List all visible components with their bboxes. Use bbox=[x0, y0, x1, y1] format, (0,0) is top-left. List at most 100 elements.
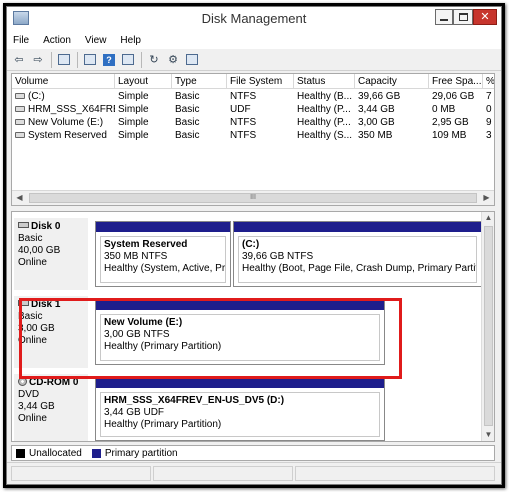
vertical-scrollbar[interactable]: ▲ ▼ bbox=[481, 212, 494, 441]
partition[interactable]: HRM_SSS_X64FREV_EN-US_DV5 (D:) 3,44 GB U… bbox=[95, 377, 385, 441]
volume-icon bbox=[15, 93, 25, 99]
scroll-down-icon[interactable]: ▼ bbox=[482, 429, 494, 441]
primary-partition-bar bbox=[96, 222, 230, 232]
status-cell: Healthy (B... bbox=[297, 91, 353, 102]
partition-size: 350 MB NTFS bbox=[104, 251, 168, 262]
volume-icon bbox=[15, 119, 25, 125]
file-system-cell: NTFS bbox=[230, 130, 257, 141]
properties-icon[interactable] bbox=[82, 52, 98, 68]
partition[interactable]: (C:) 39,66 GB NTFS Healthy (Boot, Page F… bbox=[233, 221, 482, 287]
disk-row: Disk 0 Basic 40,00 GB Online System Rese… bbox=[12, 218, 482, 290]
menu-view[interactable]: View bbox=[85, 35, 107, 46]
disk-label[interactable]: Disk 1 Basic 3,00 GB Online bbox=[14, 296, 88, 368]
volume-row[interactable]: System Reserved Simple Basic NTFS Health… bbox=[12, 129, 494, 142]
export-icon[interactable] bbox=[184, 52, 200, 68]
settings-icon[interactable]: ⚙ bbox=[165, 52, 181, 68]
partition-name: New Volume (E:) bbox=[104, 317, 183, 328]
disk-status: Online bbox=[18, 335, 47, 346]
maximize-button[interactable] bbox=[453, 9, 473, 25]
scroll-right-icon[interactable]: ▶ bbox=[479, 191, 494, 205]
scroll-left-icon[interactable]: ◀ bbox=[12, 191, 27, 205]
legend-swatch-unallocated bbox=[16, 448, 25, 458]
legend-swatch-primary bbox=[91, 448, 101, 458]
volume-name-cell: HRM_SSS_X64FRE... bbox=[12, 103, 115, 116]
disk-row: Disk 1 Basic 3,00 GB Online New Volume (… bbox=[12, 296, 482, 368]
minimize-icon bbox=[440, 19, 448, 21]
console-tree-icon[interactable] bbox=[56, 52, 72, 68]
partition[interactable]: New Volume (E:) 3,00 GB NTFS Healthy (Pr… bbox=[95, 299, 385, 365]
capacity-cell: 3,00 GB bbox=[358, 117, 395, 128]
capacity-cell: 3,44 GB bbox=[358, 104, 395, 115]
status-cell: Healthy (P... bbox=[297, 117, 351, 128]
menu-file[interactable]: File bbox=[13, 35, 29, 46]
legend: Unallocated Primary partition bbox=[11, 445, 495, 461]
partition-status: Healthy (System, Active, Prim bbox=[104, 263, 226, 274]
status-cell: Healthy (S... bbox=[297, 130, 353, 141]
layout-cell: Simple bbox=[118, 117, 149, 128]
partition-status: Healthy (Primary Partition) bbox=[104, 419, 222, 430]
disk-status: Online bbox=[18, 413, 47, 424]
minimize-button[interactable] bbox=[435, 9, 453, 25]
column-header-status[interactable]: Status bbox=[294, 74, 355, 89]
volume-row[interactable]: HRM_SSS_X64FRE... Simple Basic UDF Healt… bbox=[12, 103, 494, 116]
layout-cell: Simple bbox=[118, 104, 149, 115]
status-bar bbox=[7, 462, 501, 484]
horizontal-scrollbar[interactable]: ◀ III ▶ bbox=[12, 190, 494, 205]
column-header-type[interactable]: Type bbox=[172, 74, 227, 89]
partition-status: Healthy (Boot, Page File, Crash Dump, Pr… bbox=[242, 263, 477, 274]
partition-size: 39,66 GB NTFS bbox=[242, 251, 314, 262]
forward-arrow-icon[interactable]: ⇨ bbox=[30, 52, 46, 68]
menu-action[interactable]: Action bbox=[43, 35, 71, 46]
free-space-cell: 109 MB bbox=[432, 130, 467, 141]
status-bar-cell bbox=[11, 466, 151, 481]
file-system-cell: UDF bbox=[230, 104, 251, 115]
column-header-percent-free[interactable]: % bbox=[483, 74, 494, 89]
menu-help[interactable]: Help bbox=[120, 35, 141, 46]
volume-icon bbox=[15, 132, 25, 138]
volume-row[interactable]: (C:) Simple Basic NTFS Healthy (B... 39,… bbox=[12, 90, 494, 103]
toolbar-separator bbox=[77, 51, 78, 68]
column-header-capacity[interactable]: Capacity bbox=[355, 74, 429, 89]
layout-cell: Simple bbox=[118, 130, 149, 141]
partition[interactable]: System Reserved 350 MB NTFS Healthy (Sys… bbox=[95, 221, 231, 287]
column-header-file-system[interactable]: File System bbox=[227, 74, 294, 89]
window-title: Disk Management bbox=[201, 11, 307, 26]
legend-label-primary: Primary partition bbox=[104, 447, 178, 459]
maximize-icon bbox=[458, 13, 468, 21]
type-cell: Basic bbox=[175, 130, 200, 141]
volume-row[interactable]: New Volume (E:) Simple Basic NTFS Health… bbox=[12, 116, 494, 129]
percent-free-cell: 0 bbox=[486, 104, 492, 115]
volume-name-cell: System Reserved bbox=[12, 129, 115, 142]
disk-label[interactable]: Disk 0 Basic 40,00 GB Online bbox=[14, 218, 88, 290]
file-system-cell: NTFS bbox=[230, 91, 257, 102]
show-list-icon[interactable] bbox=[120, 52, 136, 68]
volume-list-header: Volume Layout Type File System Status Ca… bbox=[12, 74, 494, 89]
column-header-free-space[interactable]: Free Spa... bbox=[429, 74, 483, 89]
partition-details: System Reserved 350 MB NTFS Healthy (Sys… bbox=[100, 236, 226, 283]
column-header-volume[interactable]: Volume bbox=[12, 74, 115, 89]
column-header-layout[interactable]: Layout bbox=[115, 74, 172, 89]
scroll-up-icon[interactable]: ▲ bbox=[482, 212, 494, 224]
type-cell: Basic bbox=[175, 91, 200, 102]
horizontal-scroll-thumb[interactable]: III bbox=[29, 193, 477, 203]
partition-size: 3,00 GB NTFS bbox=[104, 329, 170, 340]
back-arrow-icon[interactable]: ⇦ bbox=[11, 52, 27, 68]
volume-name-cell: (C:) bbox=[12, 90, 115, 103]
percent-free-cell: 7 bbox=[486, 91, 492, 102]
close-button[interactable]: ✕ bbox=[473, 9, 497, 25]
primary-partition-bar bbox=[234, 222, 481, 232]
partition-name: HRM_SSS_X64FREV_EN-US_DV5 (D:) bbox=[104, 395, 285, 406]
disk-size: 3,44 GB bbox=[18, 401, 55, 412]
help-icon[interactable]: ? bbox=[101, 52, 117, 68]
refresh-icon[interactable]: ↻ bbox=[146, 52, 162, 68]
screenshot-frame: Disk Management ✕ File Action View Help … bbox=[3, 3, 505, 488]
title-bar[interactable]: Disk Management ✕ bbox=[7, 7, 501, 31]
status-bar-cell bbox=[153, 466, 293, 481]
disk-type: DVD bbox=[18, 389, 40, 400]
partition-details: HRM_SSS_X64FREV_EN-US_DV5 (D:) 3,44 GB U… bbox=[100, 392, 380, 437]
volume-name-cell: New Volume (E:) bbox=[12, 116, 115, 129]
cd-rom-icon bbox=[18, 377, 27, 386]
vertical-scroll-thumb[interactable] bbox=[484, 226, 493, 426]
disk-label[interactable]: CD-ROM 0 DVD 3,44 GB Online bbox=[14, 374, 88, 441]
capacity-cell: 39,66 GB bbox=[358, 91, 401, 102]
